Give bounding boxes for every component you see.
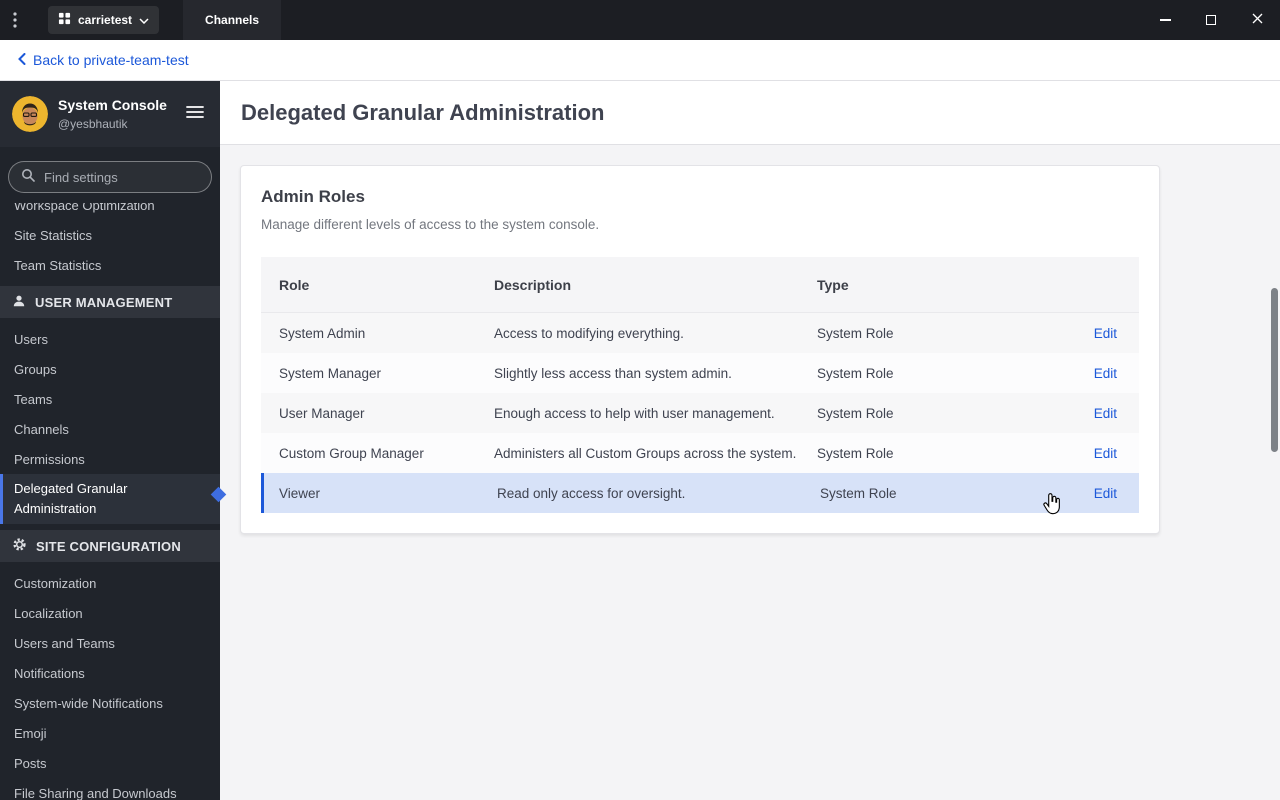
table-row-viewer: Viewer Read only access for oversight. S…	[261, 473, 1139, 513]
find-settings-searchbox[interactable]	[8, 161, 220, 193]
role-cell: System Admin	[279, 325, 366, 341]
sidebar-item-team-statistics[interactable]: Team Statistics	[0, 250, 220, 280]
edit-link[interactable]: Edit	[1094, 406, 1117, 421]
description-cell: Enough access to help with user manageme…	[494, 405, 775, 421]
type-cell: System Role	[817, 445, 894, 461]
chevron-left-icon	[18, 52, 26, 68]
search-input[interactable]	[44, 169, 220, 185]
description-cell: Administers all Custom Groups across the…	[494, 445, 797, 461]
sidebar-item-users[interactable]: Users	[0, 324, 220, 354]
minimize-icon	[1159, 19, 1171, 21]
type-cell: System Role	[820, 485, 897, 501]
back-navigation-bar: Back to private-team-test	[0, 40, 1280, 81]
tab-label: Channels	[205, 13, 260, 27]
type-cell: System Role	[817, 405, 894, 421]
description-cell: Read only access for oversight.	[497, 485, 686, 501]
card-title: Admin Roles	[261, 187, 365, 206]
maximize-button[interactable]	[1188, 0, 1234, 40]
hamburger-menu-icon[interactable]	[182, 101, 208, 128]
sidebar-item-delegated-granular-administration[interactable]: Delegated Granular Administration	[0, 474, 220, 525]
column-header-description: Description	[494, 276, 572, 293]
edit-link[interactable]: Edit	[1094, 366, 1117, 381]
back-link[interactable]: Back to private-team-test	[18, 52, 189, 68]
close-button[interactable]	[1234, 0, 1280, 40]
close-icon	[1252, 11, 1263, 29]
table-row-user-manager: User Manager Enough access to help with …	[261, 393, 1139, 433]
sidebar-item-teams[interactable]: Teams	[0, 384, 220, 414]
sidebar-item-file-sharing-and-downloads[interactable]: File Sharing and Downloads	[0, 778, 220, 800]
sidebar-item-notifications[interactable]: Notifications	[0, 658, 220, 688]
description-cell: Access to modifying everything.	[494, 325, 684, 341]
console-title: System Console	[58, 96, 167, 113]
page-title: Delegated Granular Administration	[241, 99, 605, 125]
kebab-menu-icon[interactable]	[0, 0, 30, 40]
vertical-scrollbar-thumb[interactable]	[1271, 288, 1278, 452]
user-avatar	[12, 96, 48, 132]
server-selector-button[interactable]: carrietest	[48, 6, 160, 34]
sidebar-item-localization[interactable]: Localization	[0, 598, 220, 628]
people-icon	[12, 294, 26, 311]
chevron-down-icon	[139, 13, 149, 27]
section-label: USER MANAGEMENT	[35, 294, 173, 310]
role-cell: User Manager	[279, 405, 365, 421]
sidebar-scroll-area: Workspace Optimization Site Statistics T…	[0, 203, 220, 800]
role-cell: Viewer	[279, 485, 321, 501]
minimize-button[interactable]	[1142, 0, 1188, 40]
edit-link[interactable]: Edit	[1094, 486, 1117, 501]
sidebar-item-customization[interactable]: Customization	[0, 568, 220, 598]
window-controls	[1142, 0, 1280, 40]
section-label: SITE CONFIGURATION	[36, 538, 181, 554]
sidebar-item-emoji[interactable]: Emoji	[0, 718, 220, 748]
section-header-site-configuration: SITE CONFIGURATION	[0, 530, 220, 563]
back-link-label: Back to private-team-test	[33, 52, 189, 68]
sidebar-header: System Console @yesbhautik	[0, 81, 220, 147]
search-icon	[21, 168, 35, 187]
section-header-user-management: USER MANAGEMENT	[0, 286, 220, 318]
table-row-system-admin: System Admin Access to modifying everyth…	[261, 313, 1139, 353]
role-cell: Custom Group Manager	[279, 445, 424, 461]
maximize-icon	[1206, 15, 1216, 25]
edit-link[interactable]: Edit	[1094, 446, 1117, 461]
server-name: carrietest	[78, 13, 133, 27]
gear-icon	[12, 537, 27, 555]
description-cell: Slightly less access than system admin.	[494, 365, 732, 381]
column-header-type: Type	[817, 276, 849, 293]
type-cell: System Role	[817, 365, 894, 381]
sidebar-item-site-statistics[interactable]: Site Statistics	[0, 220, 220, 250]
app-window: carrietest Channels Back to private-team…	[0, 0, 1280, 800]
grid-icon	[58, 12, 71, 28]
titlebar: carrietest Channels	[0, 0, 1280, 40]
admin-roles-table: Role Description Type System Admin Acces…	[261, 257, 1139, 513]
table-row-system-manager: System Manager Slightly less access than…	[261, 353, 1139, 393]
sidebar-item-workspace-optimization[interactable]: Workspace Optimization	[0, 203, 220, 220]
sidebar-item-groups[interactable]: Groups	[0, 354, 220, 384]
console-username: @yesbhautik	[58, 116, 128, 131]
edit-link[interactable]: Edit	[1094, 326, 1117, 341]
admin-roles-card: Admin Roles Manage different levels of a…	[240, 165, 1160, 534]
sidebar-item-system-wide-notifications[interactable]: System-wide Notifications	[0, 688, 220, 718]
sidebar-search-area	[0, 147, 220, 203]
card-subtitle: Manage different levels of access to the…	[261, 217, 600, 232]
page-header: Delegated Granular Administration	[220, 81, 1280, 145]
table-header-row: Role Description Type	[261, 257, 1139, 313]
role-cell: System Manager	[279, 365, 382, 381]
type-cell: System Role	[817, 325, 894, 341]
system-console-sidebar: System Console @yesbhautik Workspace Op	[0, 81, 220, 800]
column-header-role: Role	[279, 276, 310, 293]
tab-channels[interactable]: Channels	[183, 0, 282, 40]
table-row-custom-group-manager: Custom Group Manager Administers all Cus…	[261, 433, 1139, 473]
main-content: Delegated Granular Administration Admin …	[220, 81, 1280, 800]
sidebar-item-users-and-teams[interactable]: Users and Teams	[0, 628, 220, 658]
sidebar-item-posts[interactable]: Posts	[0, 748, 220, 778]
sidebar-item-channels[interactable]: Channels	[0, 414, 220, 444]
sidebar-item-permissions[interactable]: Permissions	[0, 444, 220, 474]
